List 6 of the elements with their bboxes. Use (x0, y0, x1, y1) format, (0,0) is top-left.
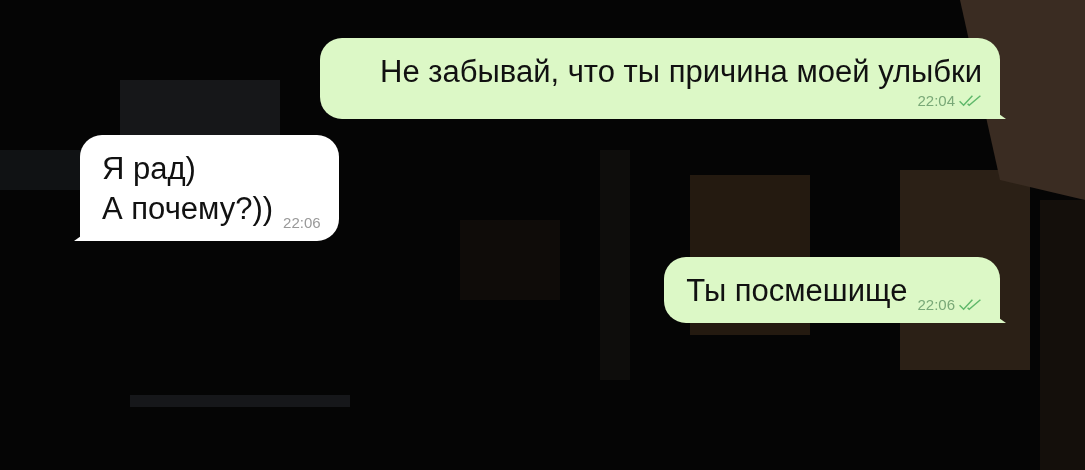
message-time: 22:04 (917, 92, 955, 109)
message-text: Не забывай, что ты причина моей улыбки (380, 53, 982, 91)
message-text: Я рад) А почему?)) (102, 150, 274, 228)
message-text: Ты посмешище (686, 272, 908, 310)
message-time: 22:06 (917, 296, 955, 313)
message-time: 22:06 (283, 214, 321, 231)
